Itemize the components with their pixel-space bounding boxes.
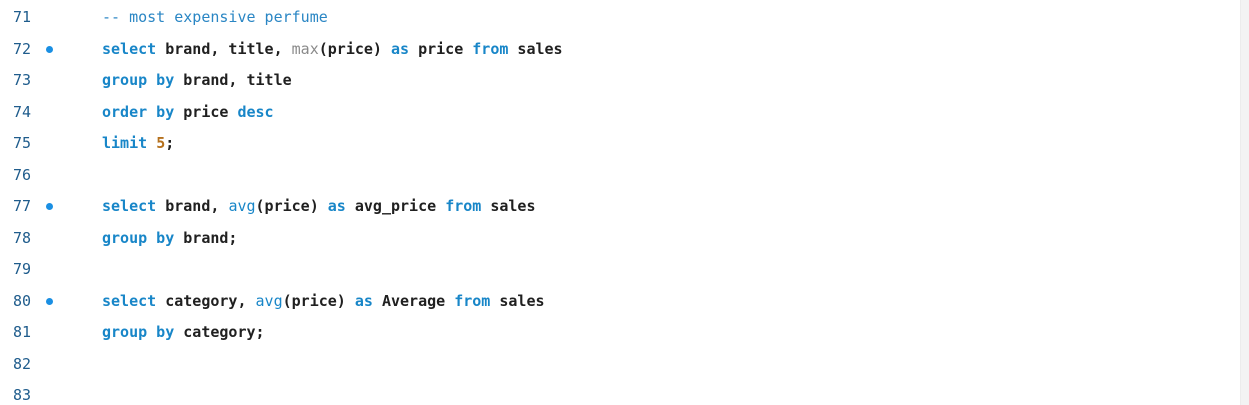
statement-marker-dot-icon[interactable] [46,45,53,53]
code-token: group by [102,71,175,89]
vertical-scrollbar[interactable] [1240,0,1249,405]
code-text[interactable]: group by brand, title [102,65,292,97]
code-text[interactable]: select brand, title, max(price) as price… [102,34,563,66]
code-token: avg [228,197,256,215]
code-token: as [391,39,410,58]
code-token: brand, title [174,71,292,89]
code-line[interactable]: 73 group by brand, title [0,65,1230,97]
code-text[interactable]: select category, avg(price) as Average f… [102,286,545,318]
line-number: 76 [13,165,32,184]
code-token: select [102,39,157,58]
code-line[interactable]: 78 group by brand; [0,223,1230,255]
line-number: 71 [13,8,32,26]
code-text[interactable]: group by brand; [102,223,237,255]
code-token: price [174,102,238,121]
code-token: desc [237,102,274,121]
line-number: 77 [13,197,32,215]
code-token: (price) [318,39,391,58]
code-token: group by [102,323,175,341]
line-number: 80 [13,291,32,310]
code-text[interactable]: limit 5; [102,128,174,160]
sql-editor[interactable]: 71 -- most expensive perfume 72 select bran… [0,0,1249,405]
code-token: avg [255,291,283,310]
code-token: sales [481,197,536,215]
line-number: 72 [13,39,32,58]
code-text[interactable]: -- most expensive perfume [102,2,328,34]
code-line[interactable]: 74 order by price desc [0,97,1230,129]
statement-marker-dot-icon[interactable] [46,203,53,210]
code-token: from [445,197,482,215]
code-token: group by [102,228,175,247]
line-number: 83 [13,386,32,404]
line-number: 81 [13,323,32,341]
code-token: price [409,39,473,58]
code-line[interactable]: 76 [0,160,1230,192]
code-text[interactable]: select brand, avg(price) as avg_price fr… [102,191,536,223]
code-token: as [327,197,346,215]
line-number: 78 [13,228,32,247]
code-token: brand, [156,197,229,215]
line-number: 82 [13,354,32,373]
code-token: 5 [156,134,166,152]
code-line[interactable]: 82 [0,349,1230,381]
statement-marker-dot-icon[interactable] [46,297,53,305]
code-token: (price) [282,291,355,310]
code-token: brand, title, [156,39,292,58]
code-token: category; [174,323,265,341]
code-token: avg_price [345,197,446,215]
code-token: select [102,291,157,310]
code-token: (price) [255,197,328,215]
code-line[interactable]: 72 select brand, title, max(price) as pri… [0,34,1230,66]
code-token: select [102,197,157,215]
code-line[interactable]: 80 select category, avg(price) as Average… [0,286,1230,318]
code-line[interactable]: 75 limit 5; [0,128,1230,160]
code-token: order by [102,102,175,121]
code-token: category, [156,291,256,310]
code-token: as [354,291,373,310]
code-token: Average [372,291,455,310]
line-number: 73 [13,71,32,89]
code-token: sales [508,39,563,58]
code-token: sales [490,291,545,310]
code-line[interactable]: 77 select brand, avg(price) as avg_price … [0,191,1230,223]
code-token: -- most expensive perfume [102,8,328,26]
code-token: brand; [174,228,238,247]
code-line[interactable]: 79 [0,254,1230,286]
code-token: max [291,39,319,58]
line-number: 74 [13,102,32,121]
line-number: 79 [13,260,32,278]
code-line[interactable]: 71 -- most expensive perfume [0,2,1230,34]
code-line[interactable]: 81 group by category; [0,317,1230,349]
code-token: ; [165,134,175,152]
code-text[interactable]: order by price desc [102,97,274,129]
code-token: from [472,39,509,58]
code-token: from [454,291,491,310]
code-line[interactable]: 83 [0,380,1230,405]
code-token: limit [102,134,148,152]
line-number: 75 [13,134,32,152]
code-text[interactable]: group by category; [102,317,265,349]
